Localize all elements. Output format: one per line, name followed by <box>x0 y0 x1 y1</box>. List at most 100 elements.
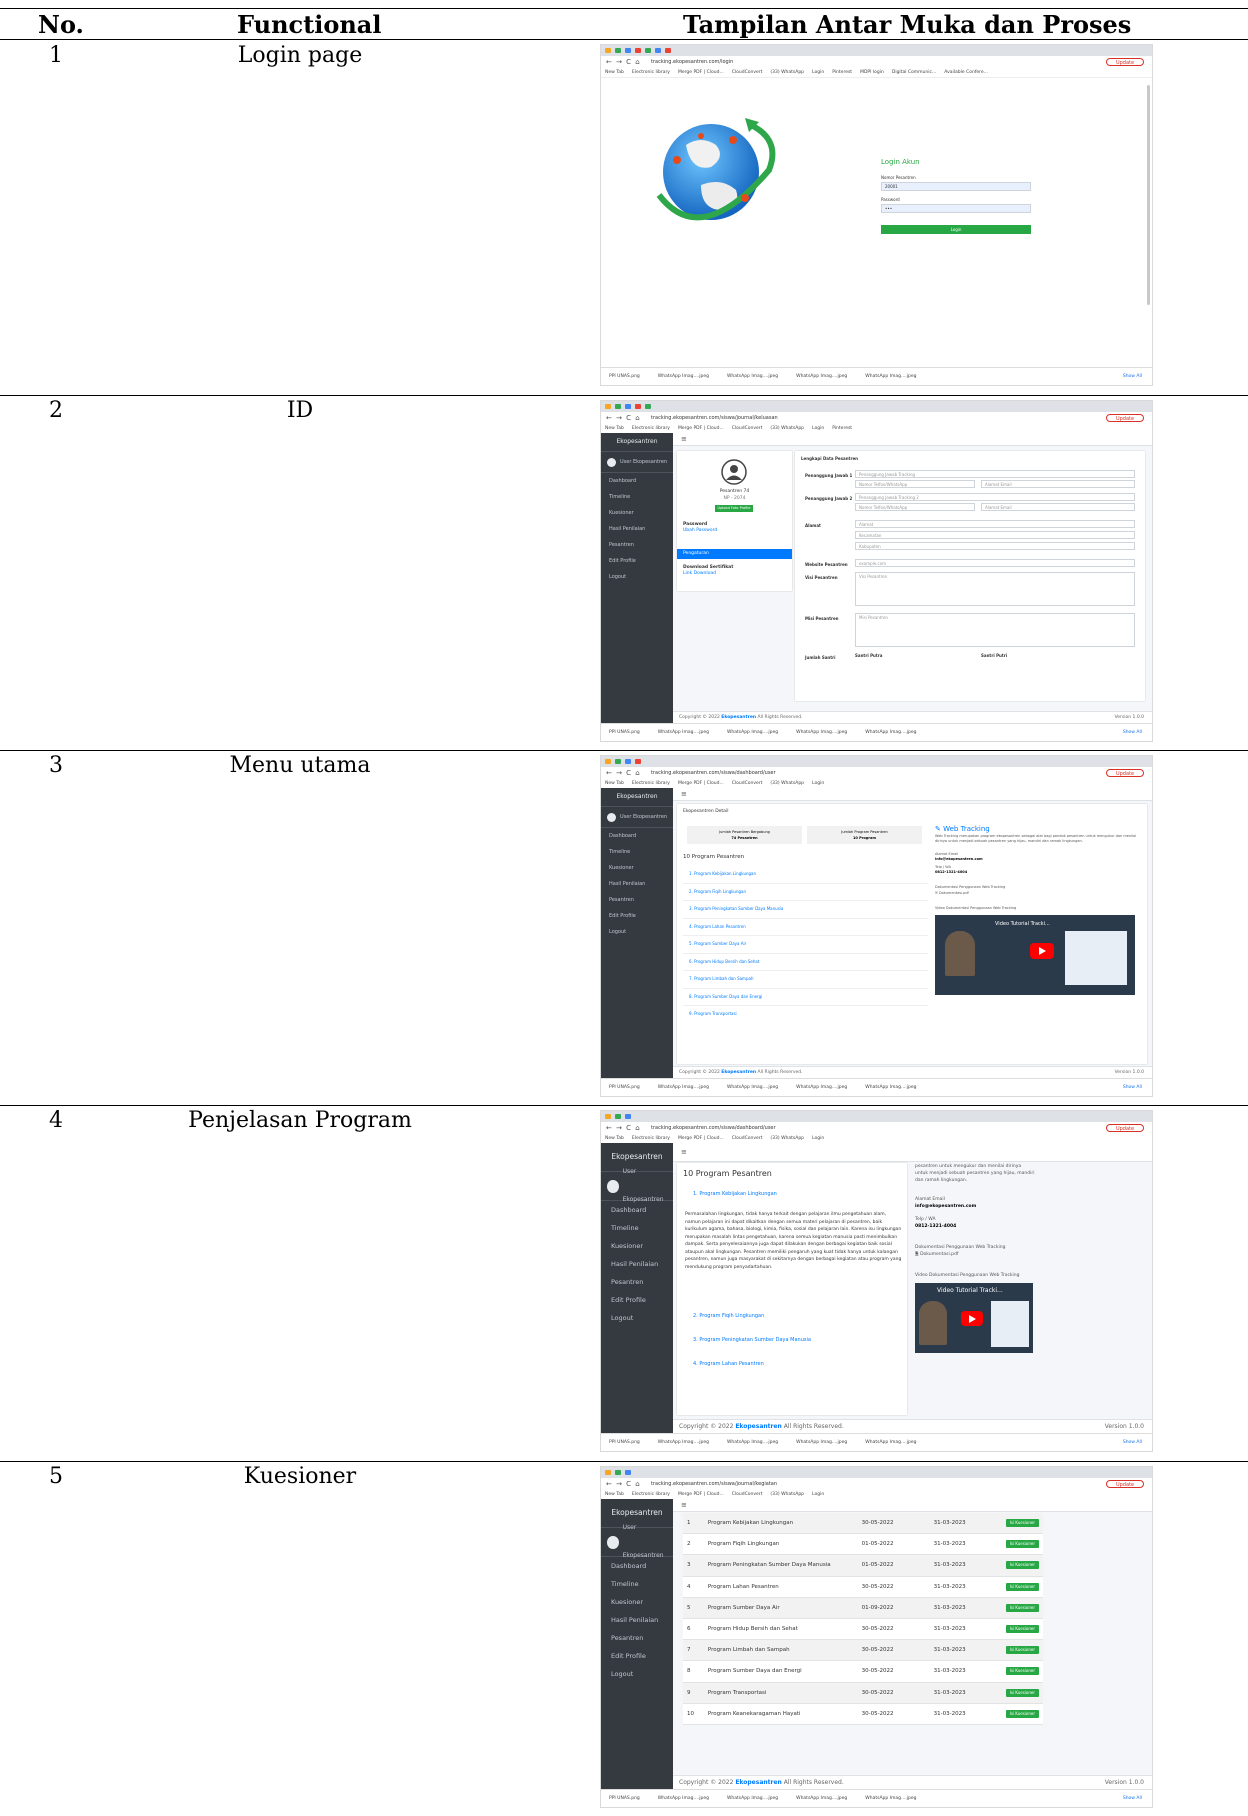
address-bar[interactable]: tracking.ekopesantren.com/siswa/dashboar… <box>651 769 776 777</box>
sidebar-item-kuesioner[interactable]: Kuesioner <box>601 1593 673 1611</box>
nav-arrows-icon[interactable]: ← → C ⌂ <box>606 56 641 68</box>
update-button[interactable]: Update <box>1106 769 1144 777</box>
doc-file-link[interactable]: 🗎 Dokumentasi.pdf <box>935 890 1145 896</box>
address-bar[interactable]: tracking.ekopesantren.com/login <box>651 58 733 66</box>
sidebar-item-kuesioner[interactable]: Kuesioner <box>601 505 673 521</box>
download-link[interactable]: Link Download <box>683 570 716 577</box>
pj2-name-input[interactable]: Penanggung Jawab Tracking 2 <box>855 493 1135 501</box>
sidebar-item-pesantren[interactable]: Pesantren <box>601 537 673 553</box>
sidebar-item-hasil[interactable]: Hasil Penilaian <box>601 1611 673 1629</box>
sidebar-item-logout[interactable]: Logout <box>601 1665 673 1683</box>
kecamatan-input[interactable]: Kecamatan <box>855 531 1135 539</box>
update-button[interactable]: Update <box>1106 58 1144 66</box>
pj1-phone-input[interactable]: Nomor Telfon/WhatsApp <box>855 480 975 488</box>
isi-kuesioner-button[interactable]: Isi Kuesioner <box>1005 1561 1039 1570</box>
isi-kuesioner-button[interactable]: Isi Kuesioner <box>1005 1667 1039 1676</box>
address-bar[interactable]: tracking.ekopesantren.com/siswa/journal/… <box>651 414 778 422</box>
isi-kuesioner-button[interactable]: Isi Kuesioner <box>1005 1646 1039 1655</box>
sidebar-item-edit-profile[interactable]: Edit Profile <box>601 1291 673 1309</box>
program-link[interactable]: 9. Program Transportasi <box>683 1006 928 1023</box>
isi-kuesioner-button[interactable]: Isi Kuesioner <box>1005 1603 1039 1612</box>
doc-file-link[interactable]: 🗎 Dokumentasi.pdf <box>915 1251 1035 1258</box>
login-password-field[interactable]: ••• <box>881 204 1031 213</box>
hamburger-icon[interactable]: ≡ <box>673 433 1152 446</box>
website-input[interactable]: example.com <box>855 559 1135 567</box>
program-link[interactable]: 3. Program Peningkatan Sumber Daya Manus… <box>693 1337 811 1343</box>
pengaturan-tab[interactable]: Pengaturan <box>677 549 792 559</box>
upload-photo-button[interactable]: Upload Foto Profile <box>715 505 753 512</box>
program-link[interactable]: 2. Program Fiqih Lingkungan <box>693 1313 764 1319</box>
program-link[interactable]: 8. Program Sumber Daya dan Energi <box>683 989 928 1006</box>
program-link[interactable]: 4. Program Lahan Pesantren <box>693 1361 764 1367</box>
isi-kuesioner-button[interactable]: Isi Kuesioner <box>1005 1582 1039 1591</box>
program-link[interactable]: 1. Program Kebijakan Lingkungan <box>683 866 928 884</box>
sidebar-user[interactable]: User Ekopesantren <box>601 807 673 828</box>
sidebar-item-timeline[interactable]: Timeline <box>601 844 673 860</box>
login-button[interactable]: Login <box>881 225 1031 234</box>
sidebar-item-hasil[interactable]: Hasil Penilaian <box>601 876 673 892</box>
play-icon[interactable] <box>1030 943 1054 959</box>
nav-arrows-icon[interactable]: ← → C ⌂ <box>606 1478 641 1490</box>
change-password-link[interactable]: Ubah Password <box>683 527 717 534</box>
video-thumbnail[interactable]: Video Tutorial Tracki... <box>935 915 1135 995</box>
sidebar-item-pesantren[interactable]: Pesantren <box>601 1273 673 1291</box>
isi-kuesioner-button[interactable]: Isi Kuesioner <box>1005 1519 1039 1528</box>
misi-textarea[interactable]: Misi Pesantren <box>855 613 1135 647</box>
sidebar-brand[interactable]: Ekopesantren <box>601 433 673 452</box>
program-link[interactable]: 4. Program Lahan Pesantren <box>683 919 928 936</box>
address-bar[interactable]: tracking.ekopesantren.com/siswa/dashboar… <box>651 1124 776 1132</box>
sidebar-item-dashboard[interactable]: Dashboard <box>601 828 673 844</box>
isi-kuesioner-button[interactable]: Isi Kuesioner <box>1005 1625 1039 1634</box>
scrollbar[interactable] <box>1147 85 1150 305</box>
program-link[interactable]: 6. Program Hidup Bersih dan Sehat <box>683 954 928 971</box>
sidebar-item-pesantren[interactable]: Pesantren <box>601 892 673 908</box>
sidebar-item-logout[interactable]: Logout <box>601 569 673 585</box>
address-bar[interactable]: tracking.ekopesantren.com/siswa/journal/… <box>651 1480 777 1488</box>
pj2-email-input[interactable]: Alamat Email <box>981 503 1135 511</box>
nav-arrows-icon[interactable]: ← → C ⌂ <box>606 767 641 779</box>
visi-textarea[interactable]: Visi Pesantren <box>855 572 1135 606</box>
sidebar-user[interactable]: User Ekopesantren <box>601 1168 673 1203</box>
isi-kuesioner-button[interactable]: Isi Kuesioner <box>1005 1709 1039 1718</box>
sidebar-item-logout[interactable]: Logout <box>601 1309 673 1327</box>
nav-arrows-icon[interactable]: ← → C ⌂ <box>606 1122 641 1134</box>
program-link[interactable]: 7. Program Limbah dan Sampah <box>683 971 928 989</box>
sidebar-item-dashboard[interactable]: Dashboard <box>601 473 673 489</box>
isi-kuesioner-button[interactable]: Isi Kuesioner <box>1005 1688 1039 1697</box>
sidebar-item-timeline[interactable]: Timeline <box>601 1575 673 1593</box>
update-button[interactable]: Update <box>1106 1480 1144 1488</box>
hamburger-icon[interactable]: ≡ <box>673 1499 1152 1512</box>
sidebar-user[interactable]: User Ekopesantren <box>601 1524 673 1559</box>
sidebar-item-edit-profile[interactable]: Edit Profile <box>601 553 673 569</box>
pj1-name-input[interactable]: Penanggung Jawab Tracking <box>855 470 1135 478</box>
sidebar-item-timeline[interactable]: Timeline <box>601 489 673 505</box>
kabupaten-input[interactable]: Kabupaten <box>855 542 1135 550</box>
address-input[interactable]: Alamat <box>855 520 1135 528</box>
pj2-phone-input[interactable]: Nomor Telfon/WhatsApp <box>855 503 975 511</box>
sidebar-item-edit-profile[interactable]: Edit Profile <box>601 908 673 924</box>
hamburger-icon[interactable]: ≡ <box>673 788 1152 801</box>
sidebar-item-timeline[interactable]: Timeline <box>601 1219 673 1237</box>
pj1-email-input[interactable]: Alamat Email <box>981 480 1135 488</box>
sidebar-item-logout[interactable]: Logout <box>601 924 673 940</box>
hamburger-icon[interactable]: ≡ <box>673 1143 1152 1162</box>
update-button[interactable]: Update <box>1106 1124 1144 1132</box>
play-icon[interactable] <box>961 1311 983 1326</box>
sidebar-item-kuesioner[interactable]: Kuesioner <box>601 860 673 876</box>
sidebar-item-kuesioner[interactable]: Kuesioner <box>601 1237 673 1255</box>
program-link[interactable]: 1. Program Kebijakan Lingkungan <box>693 1191 777 1197</box>
login-user-field[interactable]: 20001 <box>881 182 1031 191</box>
sidebar-item-hasil[interactable]: Hasil Penilaian <box>601 521 673 537</box>
video-thumbnail[interactable]: Video Tutorial Tracki... <box>915 1283 1033 1353</box>
sidebar-user[interactable]: User Ekopesantren <box>601 452 673 473</box>
program-link[interactable]: 2. Program Fiqih Lingkungan <box>683 884 928 901</box>
isi-kuesioner-button[interactable]: Isi Kuesioner <box>1005 1540 1039 1549</box>
sidebar-item-edit-profile[interactable]: Edit Profile <box>601 1647 673 1665</box>
program-link[interactable]: 5. Program Sumber Daya Air <box>683 936 928 954</box>
sidebar-item-hasil[interactable]: Hasil Penilaian <box>601 1255 673 1273</box>
sidebar-item-pesantren[interactable]: Pesantren <box>601 1629 673 1647</box>
update-button[interactable]: Update <box>1106 414 1144 422</box>
nav-arrows-icon[interactable]: ← → C ⌂ <box>606 412 641 424</box>
program-link[interactable]: 3. Program Peningkatan Sumber Daya Manus… <box>683 901 928 919</box>
sidebar-brand[interactable]: Ekopesantren <box>601 788 673 807</box>
